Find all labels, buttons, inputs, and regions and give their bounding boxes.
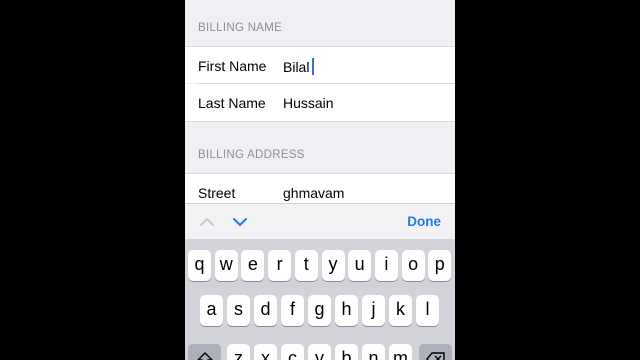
delete-key[interactable] — [419, 344, 452, 360]
backspace-icon — [425, 352, 445, 360]
key-q[interactable]: q — [188, 250, 211, 281]
section-separator — [185, 121, 455, 122]
key-u[interactable]: u — [348, 250, 372, 281]
shift-key[interactable] — [188, 344, 221, 360]
keyboard: qwertyuiop asdfghjkl zxcvbnm — [185, 239, 455, 360]
first-name-label: First Name — [198, 58, 267, 74]
done-button[interactable]: Done — [407, 214, 441, 229]
chevron-up-icon[interactable] — [198, 213, 216, 231]
key-f[interactable]: f — [281, 295, 304, 326]
key-c[interactable]: c — [281, 344, 304, 360]
key-i[interactable]: i — [374, 250, 398, 281]
key-v[interactable]: v — [308, 344, 331, 360]
billing-address-header: BILLING ADDRESS — [198, 149, 305, 161]
key-k[interactable]: k — [389, 295, 412, 326]
key-t[interactable]: t — [294, 250, 318, 281]
key-h[interactable]: h — [335, 295, 358, 326]
checkout-form-screen: BILLING NAME First Name Bilal Last Name … — [185, 0, 455, 360]
key-g[interactable]: g — [308, 295, 331, 326]
key-z[interactable]: z — [227, 344, 250, 360]
shift-icon — [196, 352, 213, 360]
key-s[interactable]: s — [227, 295, 250, 326]
last-name-label: Last Name — [198, 95, 266, 111]
key-x[interactable]: x — [254, 344, 277, 360]
key-j[interactable]: j — [362, 295, 385, 326]
key-a[interactable]: a — [200, 295, 223, 326]
street-field[interactable]: ghmavam — [283, 185, 344, 201]
key-r[interactable]: r — [268, 250, 292, 281]
key-d[interactable]: d — [254, 295, 277, 326]
key-b[interactable]: b — [335, 344, 358, 360]
key-w[interactable]: w — [214, 250, 238, 281]
street-label: Street — [198, 185, 236, 201]
key-m[interactable]: m — [389, 344, 412, 360]
key-n[interactable]: n — [362, 344, 385, 360]
chevron-down-icon[interactable] — [231, 213, 249, 231]
key-l[interactable]: l — [416, 295, 439, 326]
key-e[interactable]: e — [241, 250, 265, 281]
billing-name-header: BILLING NAME — [198, 22, 283, 34]
key-p[interactable]: p — [428, 250, 452, 281]
first-name-field[interactable]: Bilal — [283, 58, 315, 75]
key-y[interactable]: y — [321, 250, 345, 281]
last-name-field[interactable]: Hussain — [283, 95, 334, 111]
key-o[interactable]: o — [401, 250, 425, 281]
first-name-row[interactable]: First Name Bilal — [185, 46, 455, 83]
keyboard-accessory-bar: Done — [185, 203, 455, 239]
last-name-row[interactable]: Last Name Hussain — [185, 84, 455, 121]
first-name-value: Bilal — [283, 59, 310, 75]
text-cursor — [312, 58, 315, 75]
